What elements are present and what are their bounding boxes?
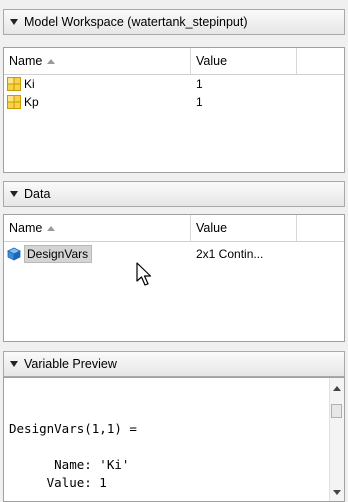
- data-header[interactable]: Data: [3, 181, 345, 207]
- scrollbar-thumb[interactable]: [331, 404, 342, 418]
- variable-preview-header[interactable]: Variable Preview: [3, 351, 345, 377]
- variable-preview-pane: DesignVars(1,1) = Name: 'Ki' Value: 1: [3, 377, 345, 502]
- model-workspace-table-header: Name Value: [4, 48, 344, 75]
- data-title: Data: [24, 187, 51, 201]
- column-header-value-label: Value: [196, 221, 228, 235]
- collapse-triangle-icon[interactable]: [10, 361, 18, 367]
- mouse-pointer-icon: [136, 262, 152, 286]
- column-header-value[interactable]: Value: [191, 215, 297, 241]
- collapse-triangle-icon[interactable]: [10, 191, 18, 197]
- data-table-header: Name Value: [4, 215, 344, 242]
- variable-preview-text: DesignVars(1,1) = Name: 'Ki' Value: 1: [9, 421, 137, 490]
- column-header-name[interactable]: Name: [4, 48, 191, 74]
- data-table: Name Value DesignVars 2x1 Contin...: [3, 214, 345, 342]
- variable-value: 1: [196, 95, 203, 109]
- model-workspace-title: Model Workspace (watertank_stepinput): [24, 15, 248, 29]
- table-row[interactable]: DesignVars 2x1 Contin...: [4, 242, 344, 266]
- table-grid-icon: [7, 77, 21, 91]
- variable-name: Ki: [24, 77, 35, 91]
- vertical-scrollbar[interactable]: [329, 378, 344, 501]
- scroll-up-arrow-icon[interactable]: [333, 386, 341, 391]
- variable-name: Kp: [24, 95, 39, 109]
- column-header-name-label: Name: [9, 54, 43, 68]
- variable-value: 1: [196, 77, 203, 91]
- data-panel: Data Name Value DesignVars 2x1 Contin...: [0, 172, 348, 347]
- model-workspace-panel: Model Workspace (watertank_stepinput) Na…: [0, 0, 348, 173]
- variable-name-selected[interactable]: DesignVars: [24, 245, 93, 263]
- scroll-down-arrow-icon[interactable]: [333, 490, 341, 495]
- column-header-value-label: Value: [196, 54, 228, 68]
- column-header-name[interactable]: Name: [4, 215, 191, 241]
- model-workspace-table: Name Value Ki 1 Kp 1: [3, 47, 345, 173]
- table-grid-icon: [7, 95, 21, 109]
- sort-ascending-icon: [47, 225, 56, 231]
- variable-preview-title: Variable Preview: [24, 357, 117, 371]
- column-header-name-label: Name: [9, 221, 43, 235]
- column-header-value[interactable]: Value: [191, 48, 297, 74]
- variable-value: 2x1 Contin...: [196, 247, 264, 261]
- table-row[interactable]: Ki 1: [4, 75, 344, 93]
- table-row[interactable]: Kp 1: [4, 93, 344, 111]
- model-workspace-header[interactable]: Model Workspace (watertank_stepinput): [3, 9, 345, 35]
- sort-ascending-icon: [47, 58, 56, 64]
- cube-icon: [7, 247, 21, 261]
- collapse-triangle-icon[interactable]: [10, 19, 18, 25]
